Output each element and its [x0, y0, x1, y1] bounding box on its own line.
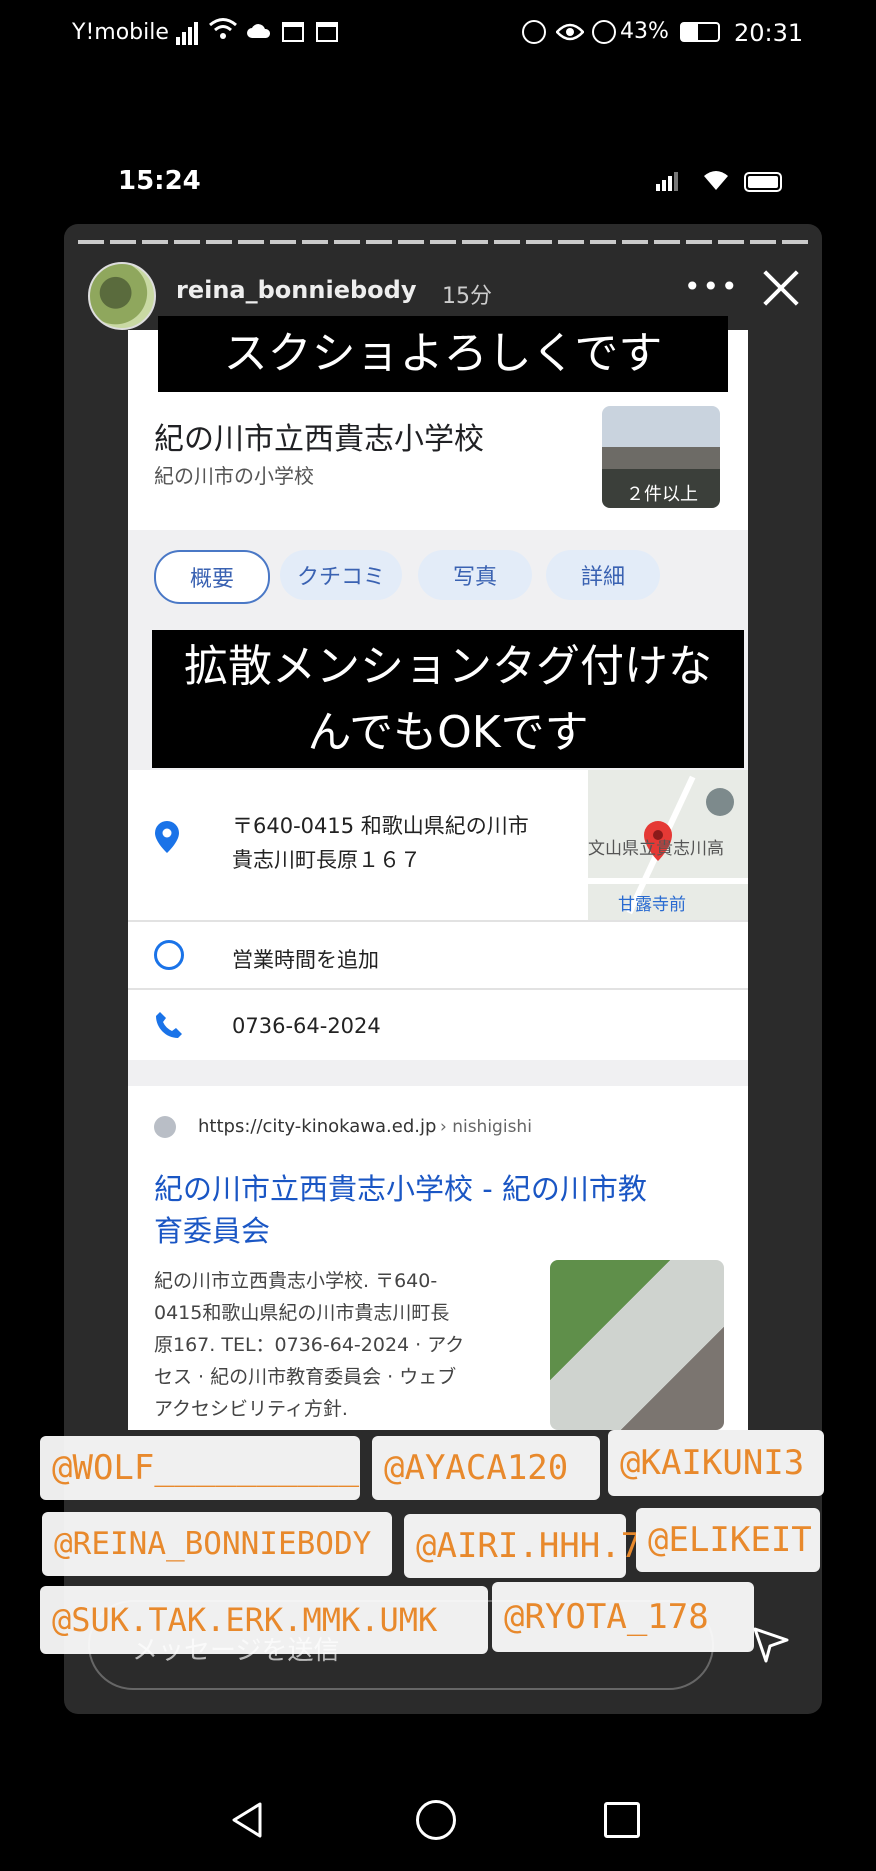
battery-percent: 43% — [620, 19, 669, 44]
story-username[interactable]: reina_bonniebody — [176, 276, 416, 304]
globe-icon — [154, 1116, 176, 1138]
landmark-icon — [706, 788, 734, 816]
calendar-icon — [316, 22, 338, 42]
mention-tag[interactable]: @WOLF__________ — [40, 1436, 360, 1500]
send-icon[interactable] — [752, 1626, 790, 1668]
search-result-card: https://city-kinokawa.ed.jp › nishigishi… — [128, 1086, 748, 1430]
result-snippet-line: 原167. TEL：0736-64-2024 · アク — [154, 1334, 465, 1356]
caption-middle-line2: んでもOKです — [307, 707, 589, 758]
phone-icon — [154, 1010, 184, 1044]
caption-middle: 拡散メンションタグ付けな んでもOKです — [152, 630, 744, 768]
mention-tag[interactable]: @ELIKEIT — [636, 1508, 820, 1572]
mention-tag[interactable]: @RYOTA_178 — [492, 1582, 754, 1652]
address-line1: 〒640-0415 和歌山県紀の川市 — [232, 814, 529, 838]
mini-map[interactable]: 文山県立貴志川高 甘露寺前 — [588, 770, 748, 920]
calendar-icon — [282, 22, 304, 42]
eye-icon — [555, 22, 585, 46]
tab-photos[interactable]: 写真 — [418, 550, 532, 600]
result-title-line1[interactable]: 紀の川市立西貴志小学校 - 紀の川市教 — [154, 1166, 647, 1208]
home-icon[interactable] — [416, 1800, 456, 1840]
tab-reviews[interactable]: クチコミ — [280, 550, 402, 600]
close-icon[interactable] — [760, 268, 800, 308]
result-snippet-line: セス · 紀の川市教育委員会 · ウェブ — [154, 1366, 457, 1388]
photo-count: ２件以上 — [626, 484, 698, 505]
mention-tag[interactable]: @REINA_BONNIEBODY — [42, 1512, 392, 1576]
divider — [128, 920, 748, 922]
tab-details[interactable]: 詳細 — [546, 550, 660, 600]
clock: 20:31 — [734, 19, 804, 47]
result-snippet-line: 0415和歌山県紀の川市貴志川町長 — [154, 1302, 450, 1324]
place-category: 紀の川市の小学校 — [154, 464, 314, 488]
shared-screenshot: 紀の川市立西貴志小学校 紀の川市の小学校 ２件以上 概要 クチコミ 写真 詳細 … — [128, 330, 748, 1430]
battery-icon — [680, 22, 720, 42]
result-snippet-line: 紀の川市立西貴志小学校. 〒640- — [154, 1270, 438, 1292]
hours-text[interactable]: 営業時間を追加 — [232, 944, 379, 974]
mention-tag[interactable]: @AYACA120 — [372, 1436, 600, 1500]
more-options-icon[interactable]: ••• — [684, 270, 740, 303]
mention-tag[interactable]: @AIRI.HHH.7 — [404, 1514, 641, 1578]
alarm-icon — [592, 20, 616, 44]
details-card: 〒640-0415 和歌山県紀の川市 貴志川町長原１６７ 文山県立貴志川高 甘露… — [128, 770, 748, 1060]
recents-icon[interactable] — [604, 1802, 640, 1838]
inner-signal-icon — [656, 172, 680, 194]
result-url[interactable]: https://city-kinokawa.ed.jp — [198, 1116, 436, 1137]
wifi-icon — [208, 16, 238, 48]
carrier-label: Y!mobile — [72, 20, 169, 45]
result-thumbnail[interactable] — [550, 1260, 724, 1430]
story-age: 15分 — [442, 284, 492, 309]
result-url-path: › nishigishi — [440, 1117, 532, 1137]
inner-clock: 15:24 — [118, 166, 201, 196]
caption-top: スクショよろしくです — [158, 316, 728, 392]
result-title-line2[interactable]: 育委員会 — [154, 1208, 270, 1250]
signal-icon — [176, 22, 200, 46]
clock-icon — [154, 940, 184, 970]
location-pin-icon — [154, 820, 180, 858]
data-saver-icon — [522, 20, 546, 44]
result-snippet-line: アクセシビリティ方針. — [154, 1398, 348, 1420]
mention-tag[interactable]: @SUK.TAK.ERK.MMK.UMK — [40, 1586, 488, 1654]
avatar[interactable] — [88, 262, 156, 330]
back-icon[interactable] — [228, 1800, 268, 1844]
place-name: 紀の川市立西貴志小学校 — [154, 422, 484, 457]
address-line2: 貴志川町長原１６７ — [232, 848, 421, 872]
mention-tag[interactable]: @KAIKUNI3 — [608, 1430, 824, 1496]
story-progress-bar — [78, 240, 808, 244]
map-label-station: 甘露寺前 — [618, 895, 686, 915]
inner-battery-icon — [744, 172, 782, 192]
caption-middle-line1: 拡散メンションタグ付けな — [184, 641, 712, 692]
divider — [128, 988, 748, 990]
tab-overview[interactable]: 概要 — [154, 550, 270, 604]
inner-wifi-icon — [702, 168, 730, 196]
cloud-icon — [246, 22, 272, 44]
map-label-school: 文山県立貴志川高 — [588, 839, 724, 859]
phone-number[interactable]: 0736-64-2024 — [232, 1014, 381, 1038]
place-photo[interactable]: ２件以上 — [602, 406, 720, 508]
